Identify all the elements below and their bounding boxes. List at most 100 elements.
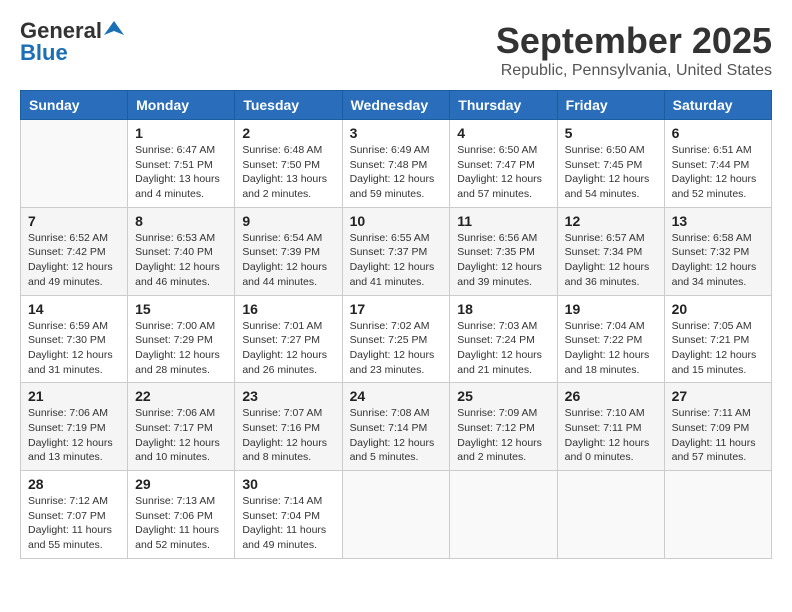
- day-number: 13: [672, 213, 764, 229]
- calendar-cell: 13 Sunrise: 6:58 AM Sunset: 7:32 PM Dayli…: [664, 207, 771, 295]
- logo-general-text: General: [20, 20, 102, 42]
- calendar-cell: 22 Sunrise: 7:06 AM Sunset: 7:17 PM Dayli…: [128, 383, 235, 471]
- day-number: 18: [457, 301, 549, 317]
- day-info: Sunrise: 7:10 AM Sunset: 7:11 PM Dayligh…: [565, 406, 657, 465]
- day-number: 24: [350, 388, 443, 404]
- day-number: 14: [28, 301, 120, 317]
- calendar-cell: 15Sunrise: 7:00 AM Sunset: 7:29 PM Dayli…: [128, 295, 235, 383]
- day-number: 4: [457, 125, 549, 141]
- calendar-cell: 3 Sunrise: 6:49 AM Sunset: 7:48 PM Daylig…: [342, 120, 450, 208]
- day-info: Sunrise: 7:12 AM Sunset: 7:07 PM Dayligh…: [28, 494, 120, 553]
- calendar-cell: 30 Sunrise: 7:14 AM Sunset: 7:04 PM Dayli…: [235, 471, 342, 559]
- day-info: Sunrise: 7:09 AM Sunset: 7:12 PM Dayligh…: [457, 406, 549, 465]
- day-info: Sunrise: 6:50 AM Sunset: 7:47 PM Dayligh…: [457, 143, 549, 202]
- day-info: Sunrise: 6:58 AM Sunset: 7:32 PM Dayligh…: [672, 231, 764, 290]
- weekday-header-saturday: Saturday: [664, 91, 771, 120]
- day-number: 19: [565, 301, 657, 317]
- calendar-cell: 8 Sunrise: 6:53 AM Sunset: 7:40 PM Daylig…: [128, 207, 235, 295]
- calendar-cell: 14 Sunrise: 6:59 AM Sunset: 7:30 PM Dayli…: [21, 295, 128, 383]
- day-info: Sunrise: 6:50 AM Sunset: 7:45 PM Dayligh…: [565, 143, 657, 202]
- location-text: Republic, Pennsylvania, United States: [496, 62, 772, 80]
- day-info: Sunrise: 6:49 AM Sunset: 7:48 PM Dayligh…: [350, 143, 443, 202]
- logo: General Blue: [20, 20, 124, 64]
- day-info: Sunrise: 7:02 AM Sunset: 7:25 PM Dayligh…: [350, 319, 443, 378]
- day-number: 25: [457, 388, 549, 404]
- calendar-cell: 19 Sunrise: 7:04 AM Sunset: 7:22 PM Dayli…: [557, 295, 664, 383]
- day-info: Sunrise: 7:08 AM Sunset: 7:14 PM Dayligh…: [350, 406, 443, 465]
- day-info: Sunrise: 7:06 AM Sunset: 7:17 PM Dayligh…: [135, 406, 227, 465]
- weekday-header-monday: Monday: [128, 91, 235, 120]
- day-number: 7: [28, 213, 120, 229]
- day-info: Sunrise: 6:48 AM Sunset: 7:50 PM Dayligh…: [242, 143, 334, 202]
- day-number: 23: [242, 388, 334, 404]
- day-number: 6: [672, 125, 764, 141]
- calendar-cell: [342, 471, 450, 559]
- calendar-week-row: 1 Sunrise: 6:47 AM Sunset: 7:51 PM Daylig…: [21, 120, 772, 208]
- calendar-cell: 11Sunrise: 6:56 AM Sunset: 7:35 PM Dayli…: [450, 207, 557, 295]
- calendar-cell: 7 Sunrise: 6:52 AM Sunset: 7:42 PM Daylig…: [21, 207, 128, 295]
- title-block: September 2025 Republic, Pennsylvania, U…: [496, 20, 772, 80]
- day-info: Sunrise: 7:07 AM Sunset: 7:16 PM Dayligh…: [242, 406, 334, 465]
- calendar-cell: 18 Sunrise: 7:03 AM Sunset: 7:24 PM Dayli…: [450, 295, 557, 383]
- day-info: Sunrise: 7:14 AM Sunset: 7:04 PM Dayligh…: [242, 494, 334, 553]
- calendar-cell: 4 Sunrise: 6:50 AM Sunset: 7:47 PM Daylig…: [450, 120, 557, 208]
- day-info: Sunrise: 6:53 AM Sunset: 7:40 PM Dayligh…: [135, 231, 227, 290]
- calendar-cell: 6Sunrise: 6:51 AM Sunset: 7:44 PM Daylig…: [664, 120, 771, 208]
- calendar-cell: [21, 120, 128, 208]
- weekday-header-friday: Friday: [557, 91, 664, 120]
- day-info: Sunrise: 7:01 AM Sunset: 7:27 PM Dayligh…: [242, 319, 334, 378]
- logo-bird-icon: [104, 19, 124, 39]
- calendar-cell: 24 Sunrise: 7:08 AM Sunset: 7:14 PM Dayli…: [342, 383, 450, 471]
- day-number: 16: [242, 301, 334, 317]
- calendar-cell: [664, 471, 771, 559]
- calendar-cell: 12Sunrise: 6:57 AM Sunset: 7:34 PM Dayli…: [557, 207, 664, 295]
- logo-blue-text: Blue: [20, 42, 124, 64]
- calendar-cell: 21Sunrise: 7:06 AM Sunset: 7:19 PM Dayli…: [21, 383, 128, 471]
- day-number: 20: [672, 301, 764, 317]
- day-number: 8: [135, 213, 227, 229]
- day-info: Sunrise: 6:47 AM Sunset: 7:51 PM Dayligh…: [135, 143, 227, 202]
- calendar-cell: 25 Sunrise: 7:09 AM Sunset: 7:12 PM Dayli…: [450, 383, 557, 471]
- calendar-week-row: 14 Sunrise: 6:59 AM Sunset: 7:30 PM Dayli…: [21, 295, 772, 383]
- calendar-week-row: 28 Sunrise: 7:12 AM Sunset: 7:07 PM Dayli…: [21, 471, 772, 559]
- day-info: Sunrise: 6:55 AM Sunset: 7:37 PM Dayligh…: [350, 231, 443, 290]
- calendar-cell: 16 Sunrise: 7:01 AM Sunset: 7:27 PM Dayli…: [235, 295, 342, 383]
- calendar-cell: 27 Sunrise: 7:11 AM Sunset: 7:09 PM Dayli…: [664, 383, 771, 471]
- calendar-cell: 9 Sunrise: 6:54 AM Sunset: 7:39 PM Daylig…: [235, 207, 342, 295]
- day-number: 2: [242, 125, 334, 141]
- day-number: 28: [28, 476, 120, 492]
- day-info: Sunrise: 6:54 AM Sunset: 7:39 PM Dayligh…: [242, 231, 334, 290]
- calendar-cell: 28 Sunrise: 7:12 AM Sunset: 7:07 PM Dayli…: [21, 471, 128, 559]
- day-info: Sunrise: 7:05 AM Sunset: 7:21 PM Dayligh…: [672, 319, 764, 378]
- day-number: 30: [242, 476, 334, 492]
- day-info: Sunrise: 7:13 AM Sunset: 7:06 PM Dayligh…: [135, 494, 227, 553]
- day-number: 10: [350, 213, 443, 229]
- day-number: 21: [28, 388, 120, 404]
- day-number: 1: [135, 125, 227, 141]
- day-number: 15: [135, 301, 227, 317]
- calendar-cell: [557, 471, 664, 559]
- day-number: 22: [135, 388, 227, 404]
- calendar-week-row: 7 Sunrise: 6:52 AM Sunset: 7:42 PM Daylig…: [21, 207, 772, 295]
- page-header: General Blue September 2025 Republic, Pe…: [20, 20, 772, 80]
- day-info: Sunrise: 7:04 AM Sunset: 7:22 PM Dayligh…: [565, 319, 657, 378]
- day-number: 3: [350, 125, 443, 141]
- day-info: Sunrise: 7:11 AM Sunset: 7:09 PM Dayligh…: [672, 406, 764, 465]
- day-info: Sunrise: 6:52 AM Sunset: 7:42 PM Dayligh…: [28, 231, 120, 290]
- day-info: Sunrise: 6:59 AM Sunset: 7:30 PM Dayligh…: [28, 319, 120, 378]
- day-number: 29: [135, 476, 227, 492]
- calendar-cell: 26Sunrise: 7:10 AM Sunset: 7:11 PM Dayli…: [557, 383, 664, 471]
- calendar-cell: 2 Sunrise: 6:48 AM Sunset: 7:50 PM Daylig…: [235, 120, 342, 208]
- calendar-cell: 5 Sunrise: 6:50 AM Sunset: 7:45 PM Daylig…: [557, 120, 664, 208]
- day-number: 11: [457, 213, 549, 229]
- day-number: 9: [242, 213, 334, 229]
- day-number: 5: [565, 125, 657, 141]
- day-info: Sunrise: 7:03 AM Sunset: 7:24 PM Dayligh…: [457, 319, 549, 378]
- calendar-week-row: 21Sunrise: 7:06 AM Sunset: 7:19 PM Dayli…: [21, 383, 772, 471]
- day-number: 27: [672, 388, 764, 404]
- calendar-header-row: SundayMondayTuesdayWednesdayThursdayFrid…: [21, 91, 772, 120]
- weekday-header-thursday: Thursday: [450, 91, 557, 120]
- calendar-cell: 1 Sunrise: 6:47 AM Sunset: 7:51 PM Daylig…: [128, 120, 235, 208]
- month-title: September 2025: [496, 20, 772, 62]
- calendar-cell: 10 Sunrise: 6:55 AM Sunset: 7:37 PM Dayli…: [342, 207, 450, 295]
